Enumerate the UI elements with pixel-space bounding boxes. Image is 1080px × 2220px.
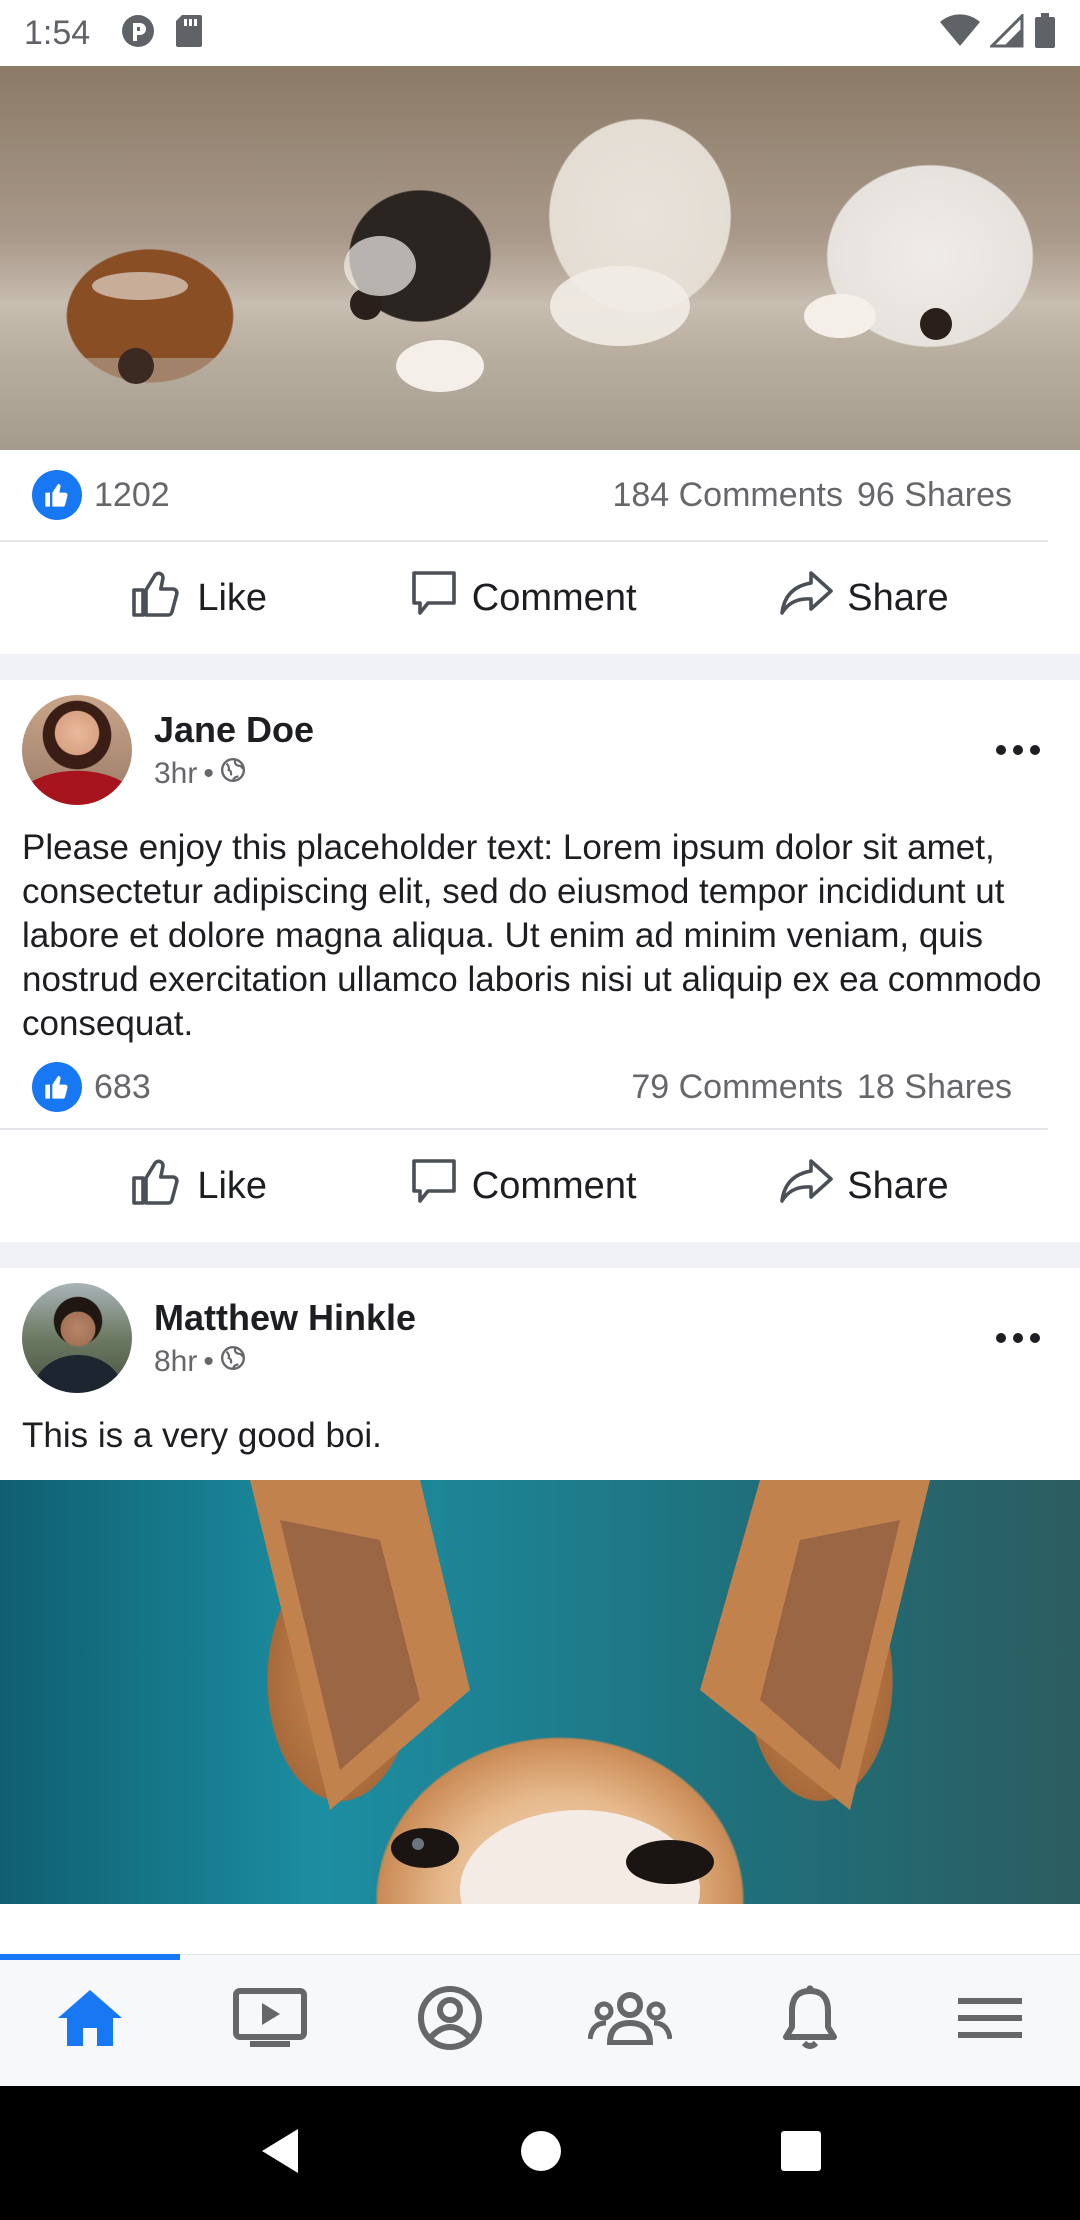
watch-icon: [232, 1987, 308, 2054]
author-block: Jane Doe 3hr •: [154, 709, 314, 791]
like-reaction-icon: [32, 1062, 82, 1112]
share-button[interactable]: Share: [779, 571, 949, 625]
post-time[interactable]: 3hr: [154, 757, 197, 791]
post-meta: 8hr •: [154, 1345, 416, 1379]
share-count[interactable]: 96 Shares: [857, 476, 1012, 515]
status-time: 1:54: [24, 13, 91, 52]
nav-watch[interactable]: [180, 1961, 360, 2081]
post-puppies: 1202 184 Comments 96 Shares Like Comment: [0, 66, 1080, 654]
post-matthew-hinkle: Matthew Hinkle 8hr • This is a very good…: [0, 1274, 1080, 1904]
more-options-button[interactable]: [996, 1333, 1040, 1343]
thumbs-up-icon: [131, 1156, 183, 1216]
post-time[interactable]: 8hr: [154, 1345, 197, 1379]
share-button[interactable]: Share: [779, 1159, 949, 1213]
post-2-actions: Like Comment Share: [0, 1130, 1080, 1242]
comment-count[interactable]: 184 Comments: [612, 476, 843, 515]
groups-icon: [587, 1991, 673, 2050]
cell-signal-icon: [988, 11, 1024, 53]
post-2-stats: 683 79 Comments 18 Shares: [0, 1046, 1048, 1130]
post-jane-doe: Jane Doe 3hr • Please enjoy this placeho…: [0, 686, 1080, 1242]
system-nav-bar: [0, 2086, 1080, 2220]
meta-separator: •: [203, 1345, 214, 1378]
more-dot-icon: [1013, 745, 1023, 755]
like-button[interactable]: Like: [131, 568, 267, 628]
home-circle-icon[interactable]: [519, 2129, 563, 2178]
meta-separator: •: [203, 757, 214, 790]
app-notification-icon: [120, 13, 156, 54]
nav-home[interactable]: [0, 1961, 180, 2081]
more-dot-icon: [1030, 1333, 1040, 1343]
avatar[interactable]: [22, 695, 132, 805]
like-label: Like: [197, 1164, 268, 1207]
comment-label: Comment: [471, 1164, 637, 1207]
notifications-icon: [780, 1985, 840, 2056]
author-block: Matthew Hinkle 8hr •: [154, 1297, 416, 1379]
share-arrow-icon: [779, 571, 834, 625]
post-header: Jane Doe 3hr •: [0, 686, 1080, 814]
more-options-button[interactable]: [996, 745, 1040, 755]
more-dot-icon: [996, 745, 1006, 755]
comment-bubble-icon: [410, 569, 458, 627]
active-tab-indicator: [0, 1954, 180, 1960]
like-button[interactable]: Like: [131, 1156, 267, 1216]
comment-button[interactable]: Comment: [410, 1157, 637, 1215]
menu-icon: [958, 1996, 1022, 2045]
sd-card-icon: [174, 13, 204, 54]
shiba-dog-photo[interactable]: [0, 1480, 1080, 1904]
share-label: Share: [847, 1164, 949, 1207]
engagement-counts: 79 Comments 18 Shares: [631, 1068, 1012, 1107]
status-left-icons: [120, 13, 204, 54]
puppies-photo[interactable]: [0, 66, 1080, 450]
nav-menu[interactable]: [900, 1961, 1080, 2081]
globe-icon: [220, 1345, 246, 1379]
recents-square-icon[interactable]: [780, 2130, 822, 2177]
wifi-icon: [940, 13, 980, 53]
post-text: Please enjoy this placeholder text: Lore…: [22, 828, 1042, 1043]
post-meta: 3hr •: [154, 757, 314, 791]
like-count[interactable]: 683: [94, 1068, 151, 1107]
nav-profile[interactable]: [360, 1961, 540, 2081]
news-feed[interactable]: 1202 184 Comments 96 Shares Like Comment: [0, 66, 1080, 1904]
share-label: Share: [847, 576, 949, 619]
home-icon: [56, 1988, 124, 2053]
post-separator: [0, 654, 1080, 680]
comment-count[interactable]: 79 Comments: [631, 1068, 843, 1107]
engagement-counts: 184 Comments 96 Shares: [612, 476, 1012, 515]
more-dot-icon: [1013, 1333, 1023, 1343]
nav-notifications[interactable]: [720, 1961, 900, 2081]
author-name[interactable]: Jane Doe: [154, 709, 314, 751]
battery-icon: [1034, 12, 1056, 54]
post-header: Matthew Hinkle 8hr •: [0, 1274, 1080, 1402]
like-reaction-icon: [32, 470, 82, 520]
globe-icon: [220, 757, 246, 791]
post-text: This is a very good boi.: [22, 1416, 382, 1455]
post-1-stats: 1202 184 Comments 96 Shares: [0, 450, 1048, 542]
thumbs-up-icon: [131, 568, 183, 628]
comment-bubble-icon: [410, 1157, 458, 1215]
share-count[interactable]: 18 Shares: [857, 1068, 1012, 1107]
post-separator: [0, 1242, 1080, 1268]
more-dot-icon: [996, 1333, 1006, 1343]
nav-groups[interactable]: [540, 1961, 720, 2081]
author-name[interactable]: Matthew Hinkle: [154, 1297, 416, 1339]
post-1-actions: Like Comment Share: [0, 542, 1080, 654]
more-dot-icon: [1030, 745, 1040, 755]
share-arrow-icon: [779, 1159, 834, 1213]
back-icon[interactable]: [258, 2127, 302, 2180]
like-label: Like: [197, 576, 268, 619]
comment-label: Comment: [471, 576, 637, 619]
status-right-icons: [940, 11, 1056, 54]
avatar[interactable]: [22, 1283, 132, 1393]
comment-button[interactable]: Comment: [410, 569, 637, 627]
profile-icon: [417, 1985, 483, 2056]
like-count[interactable]: 1202: [94, 476, 170, 515]
bottom-nav: [0, 1954, 1080, 2086]
status-bar: 1:54: [0, 0, 1080, 66]
